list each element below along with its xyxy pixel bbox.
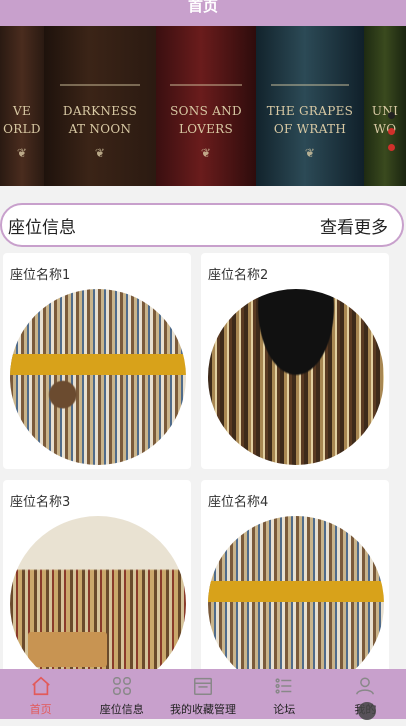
tab-label: 论坛	[273, 703, 296, 716]
calendar-icon	[194, 677, 212, 695]
banner-book-3: SONS AND LOVERS ❦	[156, 26, 256, 186]
banner-book-text: SONS AND	[170, 104, 242, 118]
banner-book-4: THE GRAPES OF WRATH ❦	[256, 26, 364, 186]
ornament-icon: ❦	[16, 146, 28, 160]
section-title: 座位信息	[8, 217, 76, 238]
banner-book-text: ORLD	[3, 122, 41, 136]
banner-book-1: VE ORLD ❦	[0, 26, 44, 186]
floating-dot[interactable]	[358, 702, 376, 720]
seat-name: 座位名称4	[208, 495, 269, 510]
tab-label: 座位信息	[99, 703, 144, 716]
list-icon	[275, 678, 292, 694]
tab-favorites[interactable]: 我的收藏管理	[162, 669, 243, 719]
banner-book-text: THE GRAPES	[266, 104, 354, 118]
banner-book-text: OF WRATH	[273, 122, 347, 136]
seat-card[interactable]: 座位名称4	[201, 480, 389, 696]
tab-label: 我的收藏管理	[170, 703, 236, 716]
seat-card[interactable]: 座位名称2	[201, 253, 389, 469]
banner-carousel[interactable]: VE ORLD ❦ DARKNESS AT NOON ❦ SONS AND LO…	[0, 26, 406, 186]
tab-label: 首页	[29, 703, 52, 716]
seat-name: 座位名称2	[208, 268, 269, 283]
banner-book-5: UNI WO	[364, 26, 406, 186]
ornament-icon: ❦	[94, 146, 106, 160]
seat-image	[208, 289, 384, 465]
seat-card[interactable]: 座位名称3	[3, 480, 191, 696]
banner-book-text: VE	[12, 104, 32, 118]
tab-home[interactable]: 首页	[0, 669, 81, 719]
seat-card[interactable]: 座位名称1	[3, 253, 191, 469]
banner-book-text: LOVERS	[178, 122, 234, 136]
home-icon	[31, 676, 50, 696]
view-more-link[interactable]: 查看更多	[320, 213, 388, 238]
grid-icon	[112, 677, 131, 695]
seat-image	[208, 516, 384, 692]
bottom-tab-bar: 首页 座位信息 我的收藏管理 论坛 我的	[0, 669, 406, 719]
banner-book-text: AT NOON	[68, 122, 132, 136]
carousel-indicators	[388, 112, 396, 160]
seat-image	[10, 516, 186, 692]
tab-forum[interactable]: 论坛	[244, 669, 325, 719]
carousel-dot[interactable]	[388, 128, 395, 135]
banner-book-2: DARKNESS AT NOON ❦	[44, 26, 156, 186]
ornament-icon: ❦	[304, 146, 316, 160]
seat-image	[10, 289, 186, 465]
carousel-dot[interactable]	[388, 144, 395, 151]
tab-seat-info[interactable]: 座位信息	[81, 669, 162, 719]
banner-book-text: DARKNESS	[62, 104, 138, 118]
page-title: 首页	[187, 0, 218, 15]
seat-name: 座位名称3	[10, 495, 71, 510]
ornament-icon: ❦	[200, 146, 212, 160]
banner-book-text: UNI	[371, 104, 399, 118]
seat-info-section-header: 座位信息 查看更多	[0, 203, 404, 247]
seat-name: 座位名称1	[10, 268, 71, 283]
page-header: 首页	[0, 0, 406, 26]
carousel-dot[interactable]	[388, 112, 395, 119]
banner-book-text: WO	[373, 122, 397, 136]
user-icon	[356, 677, 375, 695]
